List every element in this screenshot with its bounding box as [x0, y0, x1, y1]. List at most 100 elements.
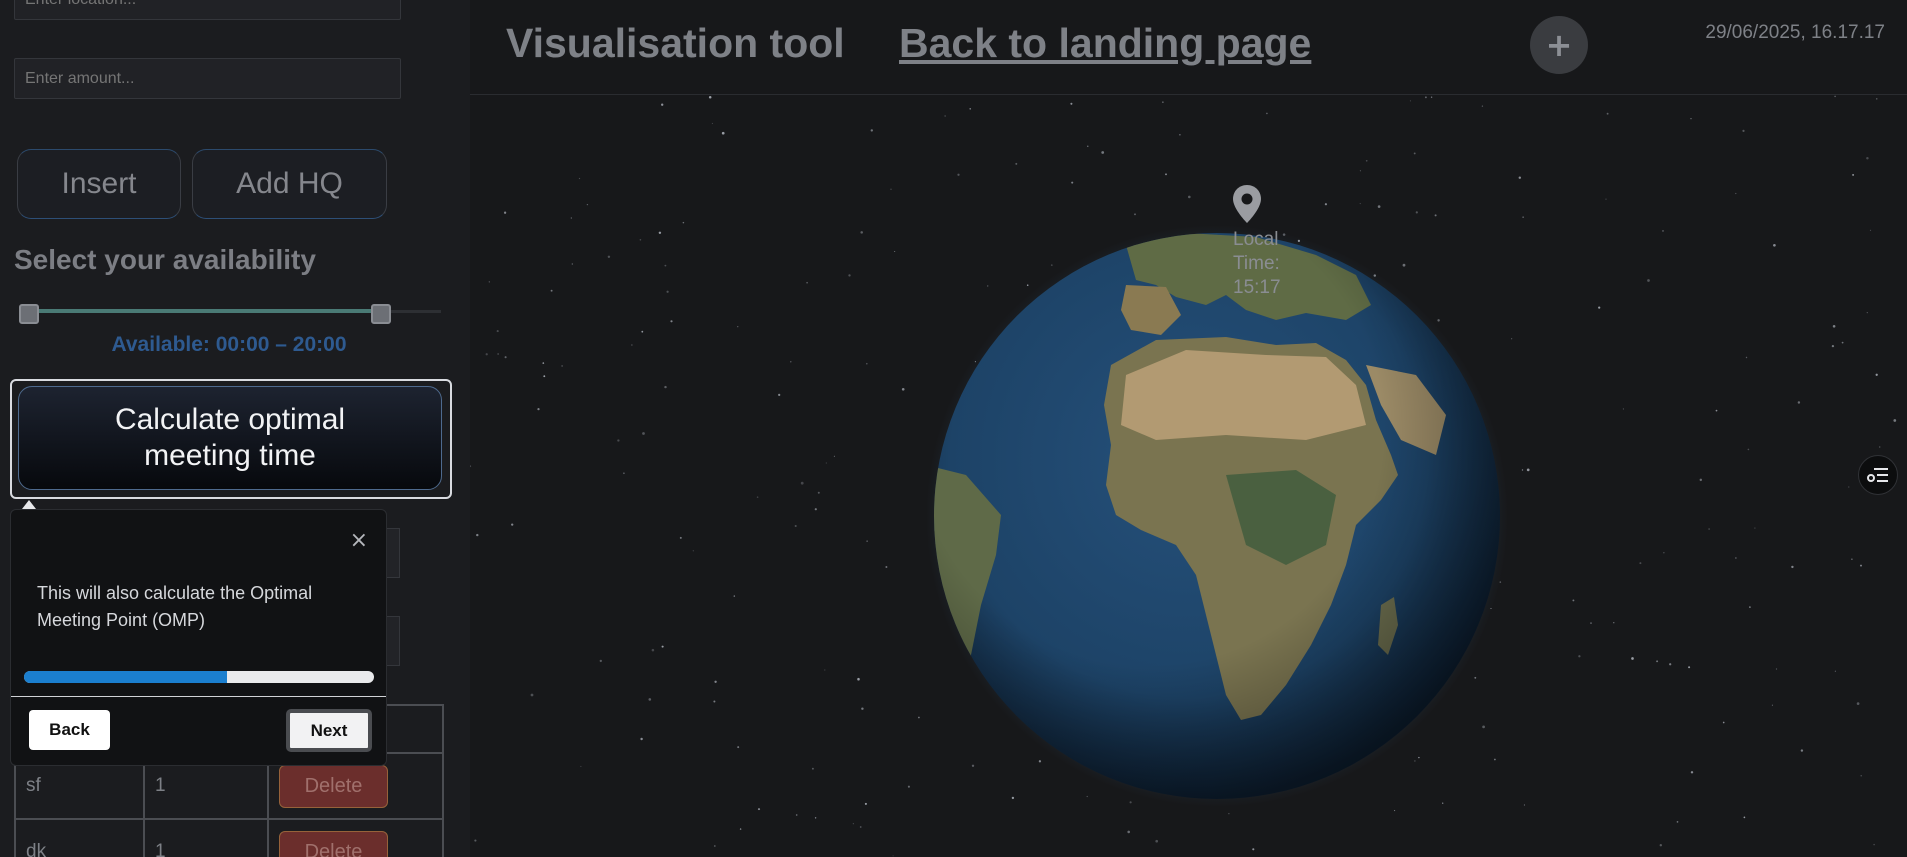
add-hq-button[interactable]: Add HQ	[192, 149, 387, 219]
row-name-cell: dk	[14, 818, 145, 857]
plus-icon[interactable]: +	[1530, 16, 1588, 74]
star	[907, 785, 910, 788]
table-row: dk 1 Delete	[14, 818, 444, 857]
star	[578, 177, 581, 180]
availability-start-handle[interactable]	[19, 304, 39, 324]
star	[661, 645, 664, 648]
delete-button[interactable]: Delete	[279, 764, 388, 808]
star	[661, 103, 664, 106]
star	[1155, 839, 1159, 843]
filter-list-icon[interactable]	[1858, 455, 1898, 495]
star	[721, 131, 725, 135]
star	[957, 173, 960, 176]
star	[1631, 657, 1634, 660]
close-icon[interactable]: ×	[350, 528, 368, 553]
insert-button[interactable]: Insert	[17, 149, 181, 219]
star	[1590, 622, 1592, 624]
star	[1522, 216, 1524, 218]
star	[503, 211, 507, 214]
star	[1743, 816, 1746, 819]
star	[1377, 205, 1381, 208]
star	[692, 550, 694, 552]
star	[1526, 468, 1530, 472]
star	[488, 281, 490, 283]
star	[861, 707, 864, 710]
map-pin-icon[interactable]	[1232, 184, 1262, 224]
star	[739, 828, 742, 830]
star	[1228, 813, 1230, 815]
star	[714, 680, 717, 683]
star	[1742, 129, 1745, 132]
star	[800, 481, 804, 485]
star	[639, 239, 642, 241]
star	[1848, 486, 1850, 488]
star	[1860, 564, 1862, 567]
star	[866, 362, 868, 365]
star	[1365, 159, 1368, 162]
star	[860, 231, 863, 234]
next-button[interactable]: Next	[286, 709, 372, 752]
back-button[interactable]: Back	[29, 710, 110, 750]
star	[1324, 203, 1328, 206]
main-area: Visualisation tool Back to landing page …	[470, 0, 1907, 857]
star	[1852, 173, 1855, 176]
app-title: Visualisation tool	[506, 20, 845, 66]
star	[824, 669, 826, 671]
star	[1518, 176, 1522, 179]
availability-end-handle[interactable]	[371, 304, 391, 324]
star	[848, 274, 851, 277]
star	[1754, 527, 1756, 529]
star	[1087, 145, 1089, 147]
star	[1791, 565, 1794, 569]
star	[1252, 848, 1255, 851]
star	[623, 472, 625, 475]
star	[631, 344, 633, 346]
calculate-meeting-time-button[interactable]: Calculate optimal meeting time	[18, 386, 442, 490]
star	[944, 115, 946, 117]
delete-button[interactable]: Delete	[279, 830, 388, 857]
star	[1834, 95, 1836, 98]
star	[1127, 830, 1130, 834]
star	[679, 536, 682, 539]
star	[580, 765, 582, 767]
star	[833, 455, 835, 457]
star	[737, 326, 739, 328]
star	[571, 263, 573, 265]
globe[interactable]	[926, 225, 1508, 807]
star	[1866, 156, 1869, 160]
amount-input[interactable]	[14, 58, 401, 99]
tour-popover: × This will also calculate the Optimal M…	[10, 509, 387, 766]
star	[1572, 599, 1575, 602]
star	[713, 845, 716, 847]
star	[617, 439, 620, 442]
star	[1841, 341, 1844, 344]
star	[1415, 211, 1418, 214]
back-to-landing-link[interactable]: Back to landing page	[899, 20, 1311, 67]
star	[1831, 344, 1835, 348]
star	[1162, 101, 1164, 103]
star	[1622, 408, 1624, 410]
star	[852, 823, 854, 825]
star	[1832, 325, 1836, 328]
star	[1605, 198, 1607, 200]
star	[470, 465, 472, 468]
star	[1613, 622, 1615, 624]
star	[1735, 192, 1737, 195]
star	[682, 221, 685, 224]
star	[737, 746, 740, 749]
star	[1879, 446, 1881, 448]
star	[1860, 775, 1862, 777]
star	[1735, 557, 1737, 559]
star	[1662, 230, 1664, 232]
location-input[interactable]	[14, 0, 401, 20]
star	[969, 108, 971, 110]
star	[1598, 306, 1601, 309]
star	[666, 290, 669, 293]
star	[1409, 100, 1411, 102]
star	[530, 693, 534, 697]
star	[550, 289, 553, 292]
star	[1771, 704, 1773, 706]
star	[1188, 195, 1191, 199]
star	[607, 255, 611, 259]
star	[1647, 279, 1650, 282]
